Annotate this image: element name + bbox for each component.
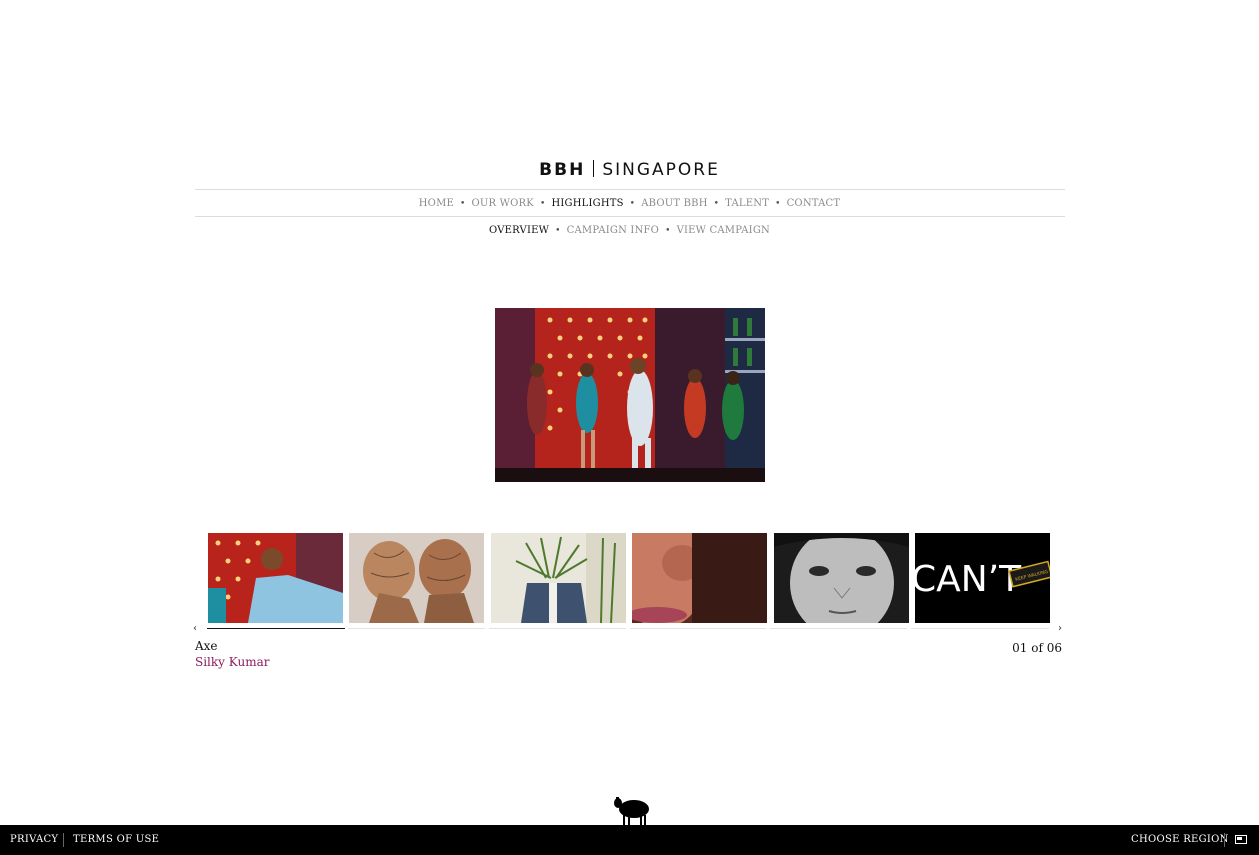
footer-divider: [63, 833, 64, 847]
nav-separator: •: [460, 199, 466, 209]
logo-divider: [593, 160, 595, 177]
thumbnail-5-image: [774, 533, 909, 623]
thumbnail-4-image: [632, 533, 767, 623]
progress-segment: [770, 628, 907, 629]
subnav-view-campaign[interactable]: VIEW CAMPAIGN: [677, 225, 770, 236]
thumbnail-1[interactable]: [208, 533, 343, 623]
slide-counter: 01 of 06: [1012, 641, 1062, 655]
prev-arrow-icon[interactable]: ‹: [193, 623, 197, 634]
hero-dance-scene: [495, 308, 765, 482]
nav-highlights[interactable]: HIGHLIGHTS: [551, 198, 623, 209]
progress-segment: [489, 628, 626, 629]
campaign-title-link[interactable]: Silky Kumar: [195, 655, 269, 669]
progress-segment: [911, 628, 1049, 629]
nav-separator: •: [539, 199, 546, 209]
nav-separator: •: [713, 199, 720, 209]
subnav-overview[interactable]: OVERVIEW: [489, 225, 549, 236]
thumbnail-5[interactable]: [774, 533, 909, 623]
thumbnail-3[interactable]: [491, 533, 626, 623]
footer-divider: [1224, 833, 1225, 847]
nav-home[interactable]: HOME: [419, 198, 454, 209]
thumbnail-2-image: [349, 533, 484, 623]
thumbnail-4[interactable]: [632, 533, 767, 623]
black-sheep-svg: [614, 797, 649, 825]
progress-segment: [348, 628, 485, 629]
next-arrow-icon[interactable]: ›: [1058, 623, 1062, 634]
progress-segment-active: [207, 628, 345, 629]
sub-nav: OVERVIEW • CAMPAIGN INFO • VIEW CAMPAIGN: [0, 225, 1259, 236]
thumbnail-1-image: [208, 533, 343, 623]
main-nav: HOME • OUR WORK • HIGHLIGHTS • ABOUT BBH • TALEN…: [0, 198, 1259, 209]
thumbnail-6[interactable]: CAN’T KEEP WALKING: [915, 533, 1050, 623]
subnav-separator: •: [555, 226, 561, 236]
black-sheep-icon: [613, 791, 651, 827]
logo-region: SINGAPORE: [602, 160, 720, 180]
privacy-link[interactable]: PRIVACY: [10, 834, 58, 845]
thumbnail-3-image: [491, 533, 626, 623]
choose-region-link[interactable]: CHOOSE REGION: [1131, 834, 1229, 845]
thumbnail-2[interactable]: [349, 533, 484, 623]
campaign-client: Axe: [195, 639, 218, 653]
nav-contact[interactable]: CONTACT: [787, 198, 841, 209]
nav-our-work[interactable]: OUR WORK: [472, 198, 534, 209]
nav-bottom-rule: [195, 216, 1065, 217]
terms-link[interactable]: TERMS OF USE: [73, 834, 159, 845]
nav-top-rule: [195, 189, 1065, 190]
thumbnail-6-image: CAN’T KEEP WALKING: [915, 533, 1050, 623]
nav-talent[interactable]: TALENT: [725, 198, 769, 209]
subnav-campaign-info[interactable]: CAMPAIGN INFO: [567, 225, 659, 236]
fullscreen-icon-fill: [1237, 837, 1242, 840]
fullscreen-icon[interactable]: [1235, 835, 1247, 844]
nav-about-bbh[interactable]: ABOUT BBH: [641, 198, 707, 209]
site-logo[interactable]: BBH SINGAPORE: [0, 160, 1259, 180]
thumbnail-6-text: CAN’T: [915, 559, 1022, 600]
nav-separator: •: [629, 199, 636, 209]
nav-separator: •: [775, 199, 781, 209]
logo-brand: BBH: [539, 160, 586, 180]
progress-segment: [630, 628, 766, 629]
subnav-separator: •: [665, 226, 671, 236]
footer-bar: PRIVACY TERMS OF USE CHOOSE REGION: [0, 825, 1259, 855]
hero-image[interactable]: [495, 308, 765, 482]
